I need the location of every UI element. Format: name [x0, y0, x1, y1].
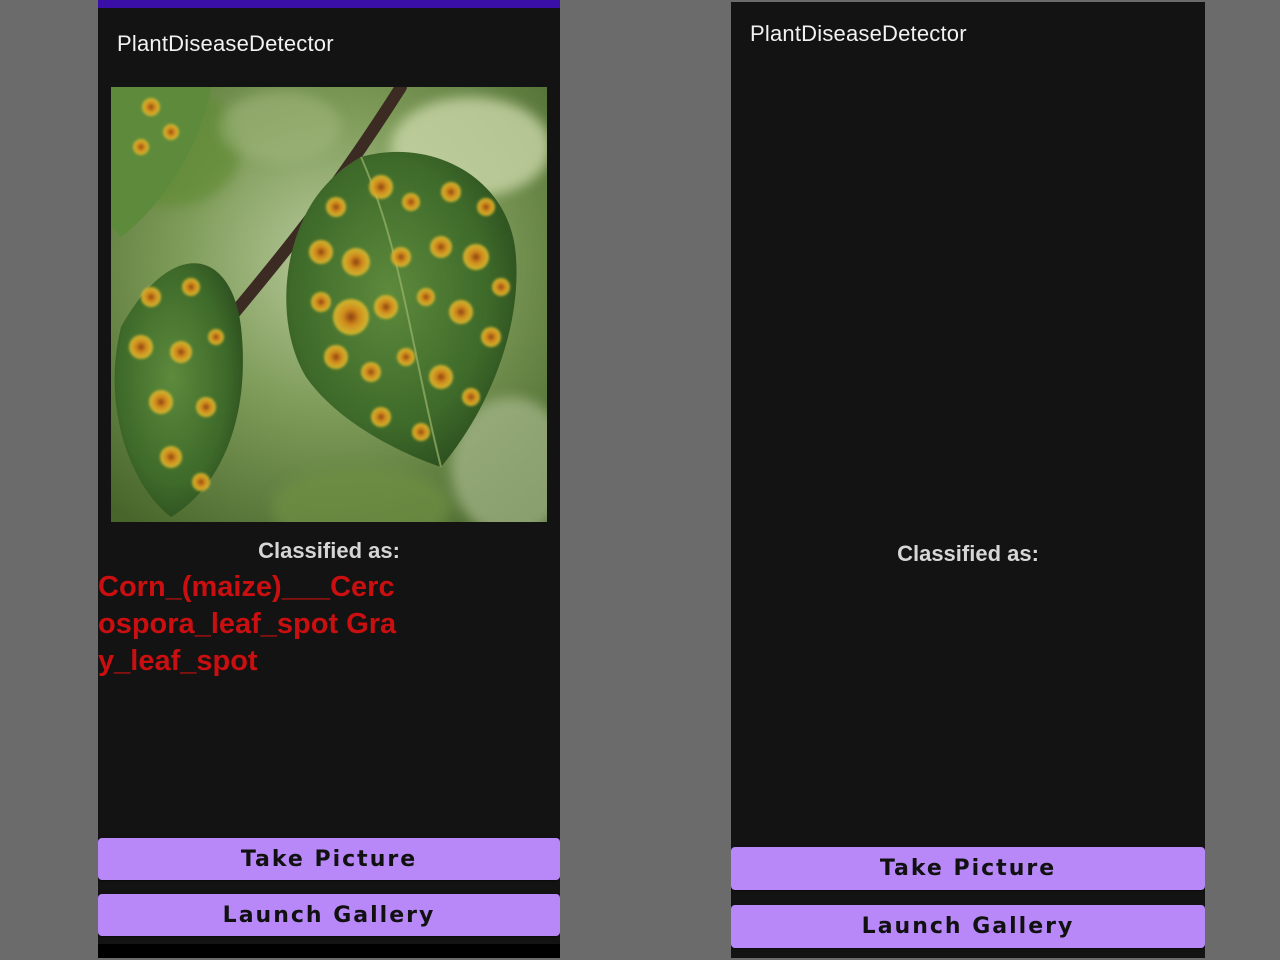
app-screen-empty: PlantDiseaseDetector Classified as: Take… — [731, 2, 1205, 958]
app-title: PlantDiseaseDetector — [750, 21, 967, 46]
classified-as-label: Classified as: — [258, 538, 400, 563]
navigation-bar-strip — [98, 944, 560, 958]
classification-result: Corn_(maize)___Cercospora_leaf_spot Gray… — [98, 571, 397, 677]
take-picture-button[interactable]: Take Picture — [731, 847, 1205, 890]
launch-gallery-button[interactable]: Launch Gallery — [98, 894, 560, 936]
launch-gallery-button[interactable]: Launch Gallery — [731, 905, 1205, 948]
app-title: PlantDiseaseDetector — [117, 31, 334, 56]
take-picture-button[interactable]: Take Picture — [98, 838, 560, 880]
status-bar-accent — [98, 0, 560, 8]
leaf-photo — [111, 87, 547, 522]
app-screen-with-result: PlantDiseaseDetector Classified as: Corn… — [98, 0, 560, 958]
classified-as-label: Classified as: — [897, 541, 1039, 566]
